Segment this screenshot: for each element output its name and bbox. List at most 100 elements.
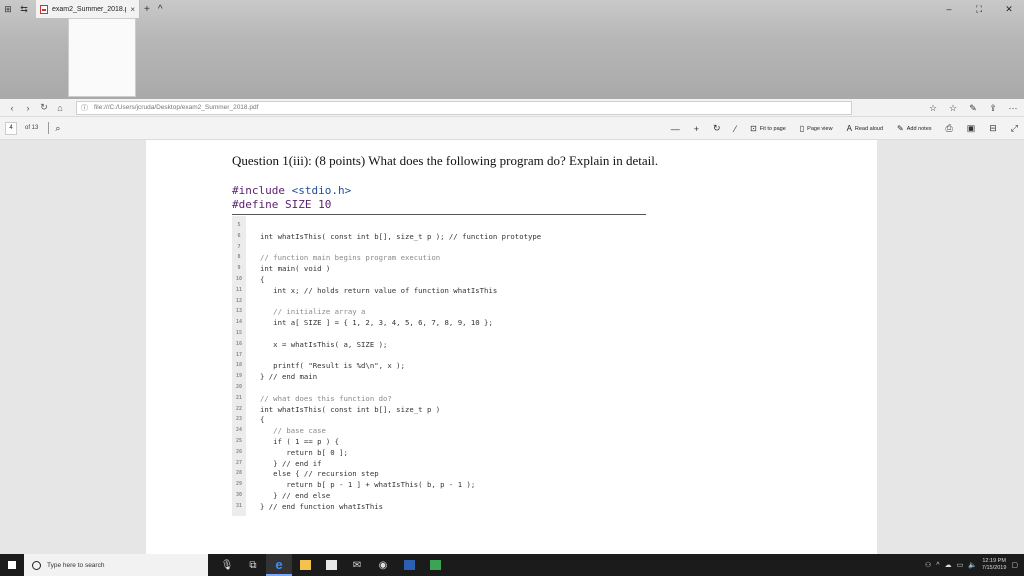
page-number-input[interactable]: 4 <box>5 121 17 135</box>
onedrive-icon[interactable]: ☁ <box>945 561 952 569</box>
cortana-icon <box>32 560 41 570</box>
search-icon[interactable]: ⌕ <box>55 123 60 134</box>
line-number: 5 <box>237 222 241 228</box>
network-icon[interactable]: ▭ <box>957 561 964 569</box>
fit-to-page-button[interactable]: ⊡ Fit to page <box>750 124 786 133</box>
start-button[interactable] <box>0 554 24 576</box>
edge-icon[interactable]: e <box>266 554 292 576</box>
line-number: 24 <box>235 427 243 434</box>
app-icon[interactable] <box>422 554 448 576</box>
code-line: } // end function whatIsThis <box>260 501 384 511</box>
tab-title: exam2_Summer_2018.p <box>52 5 127 13</box>
code-line: // base case <box>260 426 326 436</box>
taskbar-search-box[interactable]: Type here to search <box>24 554 208 576</box>
draw-icon[interactable]: ⁄ <box>735 124 737 134</box>
line-number: 31 <box>235 502 243 509</box>
read-aloud-icon: A <box>846 124 852 133</box>
tab-exam2[interactable]: exam2_Summer_2018.p × <box>36 0 140 18</box>
file-explorer-icon[interactable] <box>292 554 318 576</box>
volume-icon[interactable]: 🔈 <box>968 561 977 569</box>
more-icon[interactable]: ··· <box>1006 103 1020 113</box>
code-line: int whatIsThis( const int b[], size_t p … <box>260 404 441 414</box>
line-number: 22 <box>235 405 243 412</box>
tab-strip: ⊞ ⇆ exam2_Summer_2018.p × + ^ <box>0 0 1024 18</box>
show-tab-previews-button[interactable]: ^ <box>154 4 167 15</box>
new-tab-button[interactable]: + <box>140 4 154 15</box>
fullscreen-icon[interactable]: ⤢ <box>1011 123 1018 134</box>
code-line: } // end main <box>260 372 318 382</box>
browser-actions: ☆ ☆ ✎ ⇪ ··· <box>926 99 1020 117</box>
pdf-viewport[interactable]: Question 1(iii): (8 points) What does th… <box>0 140 1024 554</box>
close-window-button[interactable]: ✕ <box>994 0 1024 18</box>
line-number: 17 <box>235 351 243 358</box>
line-number: 16 <box>235 340 243 347</box>
clock[interactable]: 12:19 PM 7/15/2019 <box>982 558 1006 572</box>
line-number: 21 <box>235 394 243 401</box>
code-listing: 5 6 int whatIsThis( const int b[], size_t … <box>232 216 646 516</box>
pen-icon[interactable]: ✎ <box>966 103 980 114</box>
line-number: 29 <box>235 481 243 488</box>
forward-icon[interactable]: › <box>20 103 36 113</box>
microphone-icon[interactable]: 🎙 <box>214 554 240 576</box>
tab-close-button[interactable]: × <box>130 5 135 14</box>
address-bar[interactable]: ⓘ file:///C:/Users/jcruda/Desktop/exam2_… <box>76 100 852 115</box>
page-view-label: Page view <box>807 125 833 132</box>
back-icon[interactable]: ‹ <box>4 103 20 113</box>
site-info-icon[interactable]: ⓘ <box>81 103 88 113</box>
zoom-in-button[interactable]: + <box>694 124 699 134</box>
code-line: // function main begins program executio… <box>260 253 441 263</box>
include-header: <stdio.h> <box>291 184 352 197</box>
star-icon[interactable]: ☆ <box>926 103 940 114</box>
zoom-out-button[interactable]: — <box>671 124 680 134</box>
code-line: int main( void ) <box>260 264 331 274</box>
pdf-file-icon <box>40 4 48 14</box>
line-number: 23 <box>235 416 243 423</box>
maximize-button[interactable]: ⛶ <box>964 0 994 18</box>
fit-icon: ⊡ <box>750 124 757 133</box>
page-view-button[interactable]: ▯ Page view <box>800 124 833 133</box>
people-icon[interactable]: ⚇ <box>925 561 931 569</box>
read-aloud-label: Read aloud <box>854 125 884 132</box>
windows-logo-icon <box>8 561 16 569</box>
task-view-icon[interactable]: ⧉ <box>240 554 266 576</box>
code-line: return b[ 0 ]; <box>260 447 348 457</box>
code-line: // initialize array a <box>260 307 366 317</box>
question-text: Question 1(iii): (8 points) What does th… <box>232 153 659 168</box>
add-notes-label: Add notes <box>906 125 932 132</box>
favorites-icon[interactable]: ☆ <box>946 103 960 114</box>
code-line: } // end if <box>260 458 322 468</box>
read-aloud-button[interactable]: A Read aloud <box>847 124 883 133</box>
window-controls: – ⛶ ✕ <box>934 0 1024 18</box>
save-as-icon[interactable]: ⊟ <box>989 123 997 134</box>
save-icon[interactable]: ▣ <box>967 123 976 134</box>
divider <box>48 122 50 134</box>
photos-icon[interactable]: ◉ <box>370 554 396 576</box>
code-line: // what does this function do? <box>260 393 392 403</box>
code-line: int a[ SIZE ] = { 1, 2, 3, 4, 5, 6, 7, 8… <box>260 318 493 328</box>
print-icon[interactable]: ⎙ <box>946 123 953 134</box>
windows-taskbar: Type here to search 🎙 ⧉ e ✉ ◉ ⚇ ^ ☁ ▭ 🔈 … <box>0 554 1024 576</box>
mail-icon[interactable]: ✉ <box>344 554 370 576</box>
tab-preview-thumbnail[interactable] <box>68 18 136 97</box>
minimize-button[interactable]: – <box>934 0 964 18</box>
refresh-icon[interactable]: ↻ <box>36 102 52 113</box>
url-text[interactable]: file:///C:/Users/jcruda/Desktop/exam2_Su… <box>94 104 258 111</box>
browser-titlebar: ⊞ ⇆ exam2_Summer_2018.p × + ^ – ⛶ ✕ <box>0 0 1024 99</box>
home-icon[interactable]: ⌂ <box>52 103 68 113</box>
notifications-icon[interactable]: ▢ <box>1011 561 1018 569</box>
word-icon[interactable] <box>396 554 422 576</box>
tab-actions-icon[interactable]: ⊞ <box>0 0 16 18</box>
system-tray: ⚇ ^ ☁ ▭ 🔈 12:19 PM 7/15/2019 ▢ <box>925 554 1024 576</box>
preprocessor-lines: #include <stdio.h> #define SIZE 10 <box>232 184 351 212</box>
store-icon[interactable] <box>318 554 344 576</box>
show-hidden-icons-icon[interactable]: ^ <box>936 562 939 569</box>
line-number: 6 <box>237 232 241 239</box>
tab-preview-icon[interactable]: ⇆ <box>16 0 32 18</box>
address-bar-row: ‹ › ↻ ⌂ ⓘ file:///C:/Users/jcruda/Deskto… <box>0 99 1024 117</box>
line-number: 8 <box>237 254 241 261</box>
add-notes-button[interactable]: ✎ Add notes <box>897 124 931 133</box>
rotate-icon[interactable]: ↻ <box>713 123 721 134</box>
include-keyword: #include <box>232 184 292 197</box>
share-icon[interactable]: ⇪ <box>986 103 1000 114</box>
code-line: x = whatIsThis( a, SIZE ); <box>260 339 388 349</box>
